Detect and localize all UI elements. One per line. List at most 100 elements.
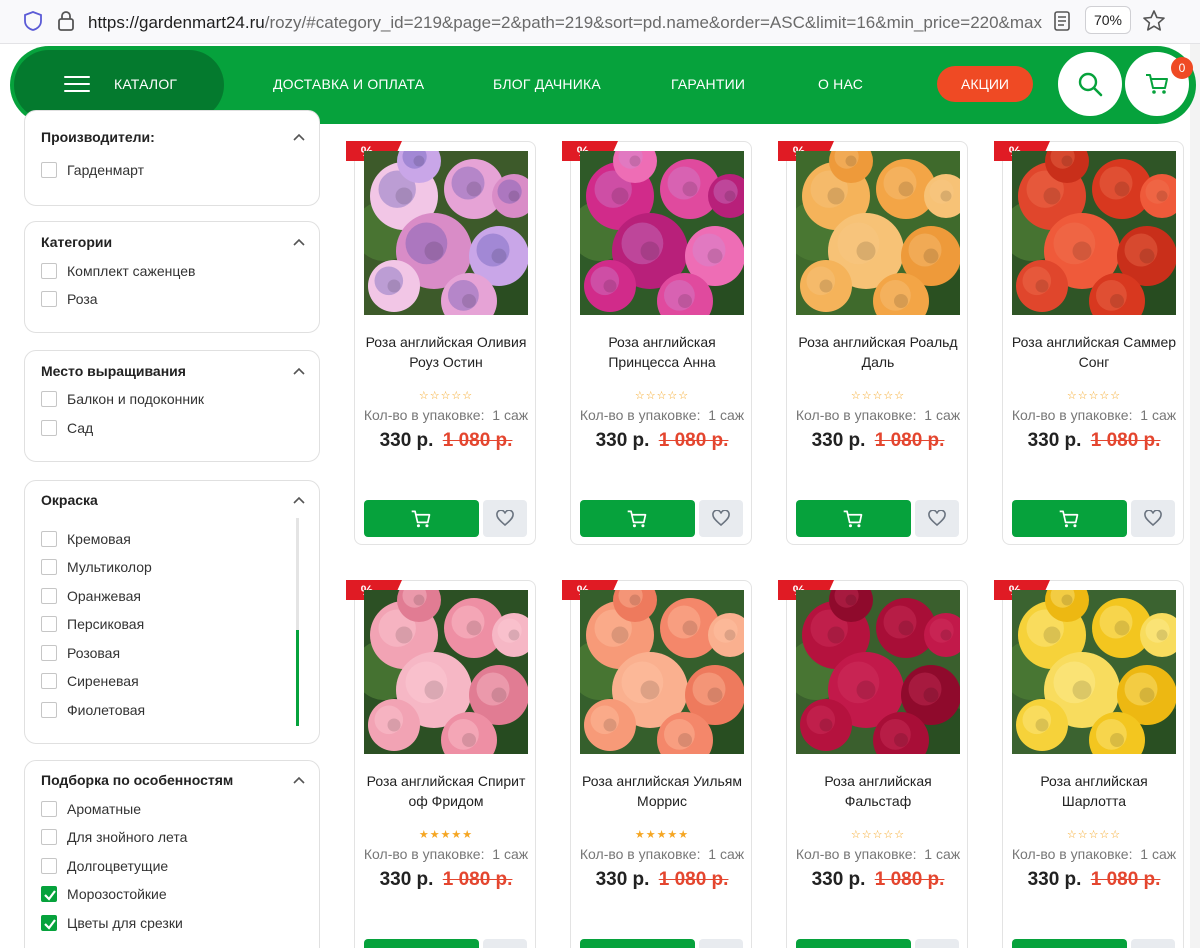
pack-quantity: Кол-во в упаковке: 1 саж bbox=[363, 407, 529, 423]
product-name[interactable]: Роза английская Саммер Сонг bbox=[1009, 332, 1179, 372]
cart-icon bbox=[411, 510, 431, 528]
product-card[interactable]: % Роза английская СаммерСонг ☆☆☆☆☆ Кол-в… bbox=[994, 141, 1184, 545]
promo-button[interactable]: АКЦИИ bbox=[937, 66, 1033, 102]
product-card[interactable]: % Роза английскаяФальстаф ☆☆☆☆☆ Кол-во в… bbox=[778, 580, 968, 948]
product-name[interactable]: Роза английская Роальд Даль bbox=[793, 332, 963, 372]
nav-blog[interactable]: БЛОГ ДАЧНИКА bbox=[493, 76, 601, 92]
product-image[interactable] bbox=[580, 151, 744, 315]
filter-scroll-thumb[interactable] bbox=[296, 630, 299, 726]
shield-icon[interactable] bbox=[22, 10, 44, 32]
current-price: 330 р. bbox=[379, 430, 434, 451]
add-to-cart-button[interactable] bbox=[1012, 500, 1127, 537]
check-icon bbox=[44, 890, 56, 901]
filter-title: Окраска bbox=[41, 492, 98, 508]
old-price: 1 080 р. bbox=[874, 869, 945, 890]
wishlist-button[interactable] bbox=[1131, 500, 1175, 537]
price: 330 р. 1 080 р. bbox=[355, 869, 537, 891]
bookmark-star-icon[interactable] bbox=[1141, 8, 1167, 34]
rating-stars: ☆☆☆☆☆ bbox=[1066, 829, 1122, 841]
product-card[interactable]: % Роза английская Спиритоф Фридом ★★★★★ … bbox=[346, 580, 537, 948]
add-to-cart-button[interactable] bbox=[1012, 939, 1127, 948]
product-card[interactable]: % Роза английская УильямМоррис ★★★★★ Кол… bbox=[562, 580, 752, 948]
nav-delivery[interactable]: ДОСТАВКА И ОПЛАТА bbox=[273, 76, 424, 92]
add-to-cart-button[interactable] bbox=[364, 500, 479, 537]
checkbox[interactable] bbox=[41, 616, 57, 632]
old-price: 1 080 р. bbox=[1090, 869, 1161, 890]
option-label: Балкон и подоконник bbox=[67, 391, 205, 407]
cart-icon bbox=[843, 510, 863, 528]
product-image[interactable] bbox=[1012, 151, 1176, 315]
product-name[interactable]: Роза английская Оливия Роуз Остин bbox=[361, 332, 531, 372]
product-card[interactable]: % Роза английская РоальдДаль ☆☆☆☆☆ Кол-в… bbox=[778, 141, 968, 545]
rating-stars: ★★★★★ bbox=[418, 829, 474, 841]
page-scrollbar[interactable] bbox=[1190, 44, 1200, 948]
nav-about[interactable]: О НАС bbox=[818, 76, 863, 92]
checkbox[interactable] bbox=[41, 645, 57, 661]
wishlist-button[interactable] bbox=[699, 939, 743, 948]
product-image[interactable] bbox=[796, 590, 960, 754]
product-card[interactable]: % Роза английская ОливияРоуз Остин ☆☆☆☆☆… bbox=[346, 141, 537, 545]
product-name[interactable]: Роза английская Фальстаф bbox=[793, 771, 963, 811]
product-name[interactable]: Роза английская Принцесса Анна bbox=[577, 332, 747, 372]
wishlist-button[interactable] bbox=[915, 500, 959, 537]
wishlist-button[interactable] bbox=[483, 939, 527, 948]
chevron-up-icon[interactable] bbox=[293, 496, 305, 504]
price: 330 р. 1 080 р. bbox=[355, 430, 537, 452]
filter-title: Подборка по особенностям bbox=[41, 772, 234, 788]
product-image[interactable] bbox=[364, 151, 528, 315]
current-price: 330 р. bbox=[811, 430, 866, 451]
product-card[interactable]: % Роза английскаяШарлотта ☆☆☆☆☆ Кол-во в… bbox=[994, 580, 1184, 948]
wishlist-button[interactable] bbox=[483, 500, 527, 537]
heart-icon bbox=[1144, 510, 1162, 526]
product-name[interactable]: Роза английская Уильям Моррис bbox=[577, 771, 747, 811]
product-name[interactable]: Роза английская Шарлотта bbox=[1009, 771, 1179, 811]
address-bar[interactable]: https://gardenmart24.ru/rozy/#category_i… bbox=[88, 12, 1043, 34]
checkbox[interactable] bbox=[41, 588, 57, 604]
checkbox[interactable] bbox=[41, 162, 57, 178]
filter-title: Категории bbox=[41, 234, 113, 250]
product-image[interactable] bbox=[1012, 590, 1176, 754]
add-to-cart-button[interactable] bbox=[796, 939, 911, 948]
wishlist-button[interactable] bbox=[1131, 939, 1175, 948]
checkbox[interactable] bbox=[41, 915, 57, 931]
add-to-cart-button[interactable] bbox=[580, 500, 695, 537]
product-image[interactable] bbox=[580, 590, 744, 754]
current-price: 330 р. bbox=[1027, 430, 1082, 451]
pack-quantity: Кол-во в упаковке: 1 саж bbox=[795, 407, 961, 423]
add-to-cart-button[interactable] bbox=[580, 939, 695, 948]
option-label: Сад bbox=[67, 420, 94, 436]
nav-guarantees[interactable]: ГАРАНТИИ bbox=[671, 76, 745, 92]
product-card[interactable]: % Роза английскаяПринцесса Анна ☆☆☆☆☆ Ко… bbox=[562, 141, 752, 545]
checkbox[interactable] bbox=[41, 858, 57, 874]
checkbox[interactable] bbox=[41, 263, 57, 279]
chevron-up-icon[interactable] bbox=[293, 238, 305, 246]
checkbox[interactable] bbox=[41, 420, 57, 436]
checkbox[interactable] bbox=[41, 801, 57, 817]
rating-stars: ☆☆☆☆☆ bbox=[418, 390, 474, 402]
checkbox[interactable] bbox=[41, 291, 57, 307]
product-image[interactable] bbox=[796, 151, 960, 315]
old-price: 1 080 р. bbox=[442, 430, 513, 451]
chevron-up-icon[interactable] bbox=[293, 367, 305, 375]
wishlist-button[interactable] bbox=[699, 500, 743, 537]
lock-icon[interactable] bbox=[55, 9, 77, 33]
old-price: 1 080 р. bbox=[658, 869, 729, 890]
checkbox[interactable] bbox=[41, 673, 57, 689]
filter-color: Окраска Кремовая Мультиколор Оранжевая П… bbox=[24, 480, 320, 744]
checkbox[interactable] bbox=[41, 886, 57, 902]
search-button[interactable] bbox=[1058, 52, 1122, 116]
chevron-up-icon[interactable] bbox=[293, 133, 305, 141]
add-to-cart-button[interactable] bbox=[796, 500, 911, 537]
checkbox[interactable] bbox=[41, 391, 57, 407]
wishlist-button[interactable] bbox=[915, 939, 959, 948]
checkbox[interactable] bbox=[41, 559, 57, 575]
zoom-level[interactable]: 70% bbox=[1085, 6, 1131, 34]
reader-view-icon[interactable] bbox=[1051, 10, 1073, 32]
product-name[interactable]: Роза английская Спирит оф Фридом bbox=[361, 771, 531, 811]
product-image[interactable] bbox=[364, 590, 528, 754]
checkbox[interactable] bbox=[41, 702, 57, 718]
checkbox[interactable] bbox=[41, 531, 57, 547]
checkbox[interactable] bbox=[41, 829, 57, 845]
chevron-up-icon[interactable] bbox=[293, 776, 305, 784]
add-to-cart-button[interactable] bbox=[364, 939, 479, 948]
